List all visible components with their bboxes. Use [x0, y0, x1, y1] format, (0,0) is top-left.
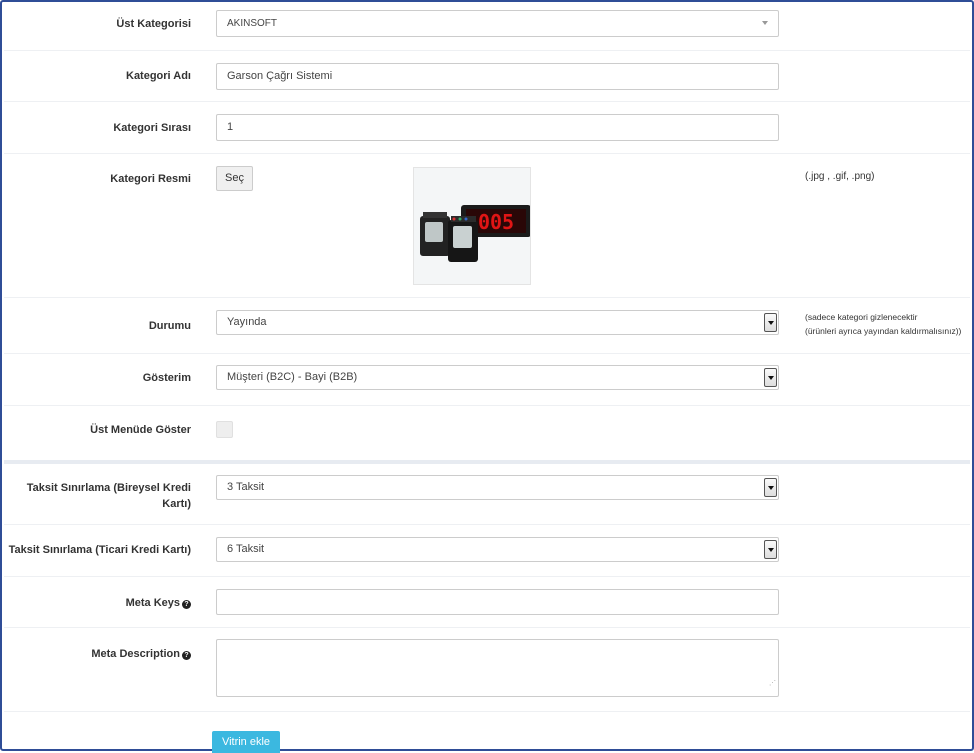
status-value: Yayında: [227, 316, 267, 328]
installment-commercial-value: 6 Taksit: [227, 543, 265, 555]
meta-description-label-text: Meta Description: [91, 648, 180, 660]
category-name-input[interactable]: Garson Çağrı Sistemi: [216, 63, 779, 90]
dropdown-arrow-icon: [764, 478, 777, 497]
question-circle-icon[interactable]: ?: [182, 600, 191, 609]
installment-commercial-label: Taksit Sınırlama (Ticari Kredi Kartı): [8, 544, 191, 556]
meta-keys-label-text: Meta Keys: [125, 597, 180, 609]
status-label: Durumu: [148, 320, 191, 332]
category-order-label: Kategori Sırası: [113, 122, 191, 134]
display-select[interactable]: Müşteri (B2C) - Bayi (B2B): [216, 365, 779, 390]
chevron-down-icon: [762, 21, 768, 25]
status-hint-line2: (ürünleri ayrıca yayından kaldırmalısını…: [805, 326, 962, 336]
form-panel: Üst Kategorisi AKINSOFT Kategori Adı Gar…: [0, 0, 974, 753]
resize-handle-icon[interactable]: ⋰: [769, 672, 776, 695]
image-format-hint: (.jpg , .gif, .png): [805, 171, 875, 182]
installment-commercial-select[interactable]: 6 Taksit: [216, 537, 779, 562]
display-value: Müşteri (B2C) - Bayi (B2B): [227, 371, 358, 383]
dropdown-arrow-icon: [764, 313, 777, 332]
dropdown-arrow-icon: [764, 368, 777, 387]
meta-description-label: Meta Description?: [91, 648, 191, 660]
parent-category-select[interactable]: AKINSOFT: [216, 10, 779, 37]
installment-individual-select[interactable]: 3 Taksit: [216, 475, 779, 500]
meta-keys-input[interactable]: [216, 589, 779, 615]
installment-individual-label-line2: Kartı): [162, 498, 191, 510]
show-in-top-menu-label: Üst Menüde Göster: [90, 424, 191, 436]
choose-image-button[interactable]: Seç: [216, 166, 253, 191]
waiter-call-device-image: 005: [420, 205, 530, 262]
parent-category-value: AKINSOFT: [227, 18, 278, 29]
device-display-text: 005: [478, 210, 514, 234]
show-in-top-menu-checkbox[interactable]: [216, 421, 233, 438]
category-image-preview: 005: [413, 167, 531, 285]
category-name-label: Kategori Adı: [126, 70, 191, 82]
dropdown-arrow-icon: [764, 540, 777, 559]
category-order-value: 1: [227, 121, 234, 133]
installment-individual-label-line1: Taksit Sınırlama (Bireysel Kredi: [26, 482, 191, 494]
status-select[interactable]: Yayında: [216, 310, 779, 335]
meta-description-textarea[interactable]: ⋰: [216, 639, 779, 697]
status-hint-line1: (sadece kategori gizlenecektir: [805, 312, 918, 322]
category-image-label: Kategori Resmi: [110, 173, 191, 185]
display-label: Gösterim: [142, 372, 191, 384]
category-order-input[interactable]: 1: [216, 114, 779, 141]
parent-category-label: Üst Kategorisi: [116, 18, 191, 30]
installment-individual-value: 3 Taksit: [227, 481, 265, 493]
submit-button[interactable]: Vitrin ekle: [212, 731, 280, 753]
question-circle-icon[interactable]: ?: [182, 651, 191, 660]
meta-keys-label: Meta Keys?: [126, 597, 191, 609]
category-name-value: Garson Çağrı Sistemi: [227, 70, 333, 82]
